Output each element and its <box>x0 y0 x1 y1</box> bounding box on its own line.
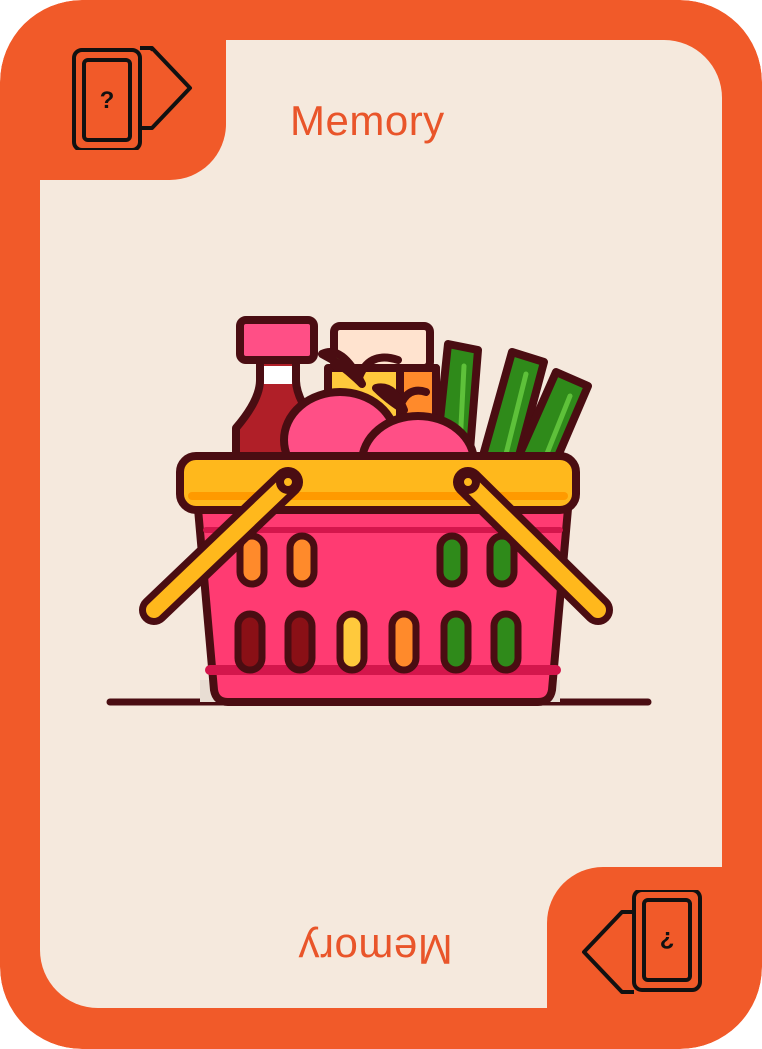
grocery-basket-illustration <box>106 316 652 706</box>
question-mark-glyph: ? <box>100 87 115 114</box>
card-title-mirrored: Memory <box>298 926 453 973</box>
card-title: Memory <box>290 97 445 144</box>
question-card-flip-icon: ? <box>72 46 192 150</box>
question-mark-glyph-mirrored: ? <box>660 926 675 953</box>
question-card-flip-icon-mirrored: ? <box>582 890 702 994</box>
memory-card[interactable]: ? ? Memory Memory <box>0 0 762 1049</box>
basket-rim <box>176 452 580 514</box>
